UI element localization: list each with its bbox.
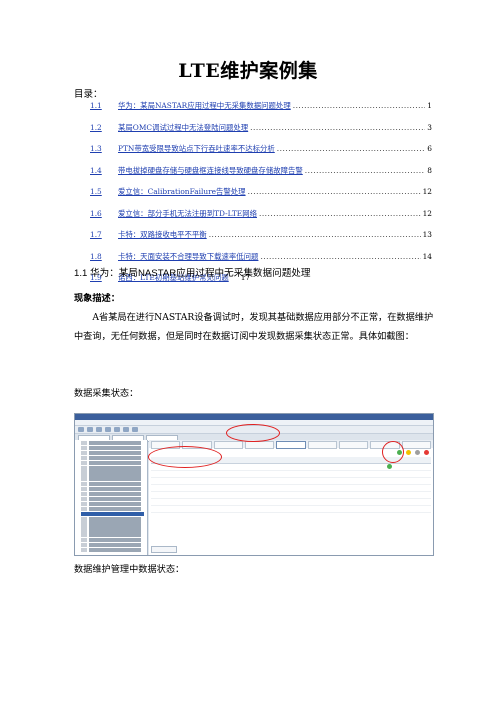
- toc-label: 目录：: [74, 89, 103, 100]
- toc-entry-page: 8: [427, 165, 432, 175]
- toc-entry-link[interactable]: 卡特：天面安装不合理导致下载速率低问题: [118, 251, 258, 262]
- toc-entry-page: 13: [422, 230, 432, 239]
- toc-entry[interactable]: 1.3 PTN带宽受限导致站点下行吞吐速率不达标分析 6: [74, 143, 432, 165]
- toc-entry-number: 1.2: [90, 122, 102, 132]
- toc-leader: [277, 144, 426, 153]
- toc-entry-link[interactable]: 华为：某局NASTAR应用过程中无采集数据问题处理: [118, 100, 291, 111]
- caption-collection-status: 数据采集状态：: [74, 388, 139, 399]
- toc-entry-link[interactable]: 某局OMC调试过程中无法登陆问题处理: [118, 122, 248, 133]
- phenomenon-label: 现象描述：: [74, 293, 120, 304]
- annotation-circle-status: [382, 441, 404, 463]
- toc-leader: [260, 252, 420, 261]
- toc-entry-number: 1.3: [90, 144, 102, 153]
- toc-entry-page: 12: [422, 208, 432, 218]
- caption-maintenance-status: 数据维护管理中数据状态：: [74, 564, 185, 575]
- toc-entry[interactable]: 1.1 华为：某局NASTAR应用过程中无采集数据问题处理 1: [74, 100, 432, 122]
- body-paragraph: A省某局在进行NASTAR设备调试时，发现其基础数据应用部分不正常，在数据维护中…: [74, 312, 434, 342]
- toc-entry[interactable]: 1.6 爱立信：部分手机无法注册到TD-LTE网络 12: [74, 208, 432, 230]
- toc-entry-number: 1.4: [90, 165, 102, 175]
- toc-entry[interactable]: 1.5 爱立信：CalibrationFailure告警处理 12: [74, 186, 432, 208]
- toc-entry-page: 12: [422, 187, 432, 196]
- toc-leader: [209, 230, 421, 239]
- toc-entry-number: 1.1: [90, 101, 102, 110]
- annotation-circle-row: [148, 446, 222, 468]
- toc-leader: [250, 123, 425, 132]
- toc-entry-link[interactable]: PTN带宽受限导致站点下行吞吐速率不达标分析: [118, 143, 275, 154]
- toc-leader: [293, 101, 426, 110]
- toc-entry-page: 3: [427, 122, 432, 132]
- toc-entry-page: 6: [427, 144, 432, 153]
- toc-entry-page: 1: [427, 101, 432, 110]
- toc-leader: [248, 187, 421, 196]
- toc-leader: [305, 166, 426, 175]
- annotation-circle-tab: [226, 424, 280, 442]
- screenshot-tree-panel: [75, 440, 148, 555]
- section-heading: 1.1 华为：某局NASTAR应用过程中无采集数据问题处理: [74, 268, 311, 279]
- toc-entry[interactable]: 1.2 某局OMC调试过程中无法登陆问题处理 3: [74, 122, 432, 144]
- toc-entry-link[interactable]: 卡特：双路接收电平不平衡: [118, 229, 207, 240]
- toc-entry-link[interactable]: 带电拔掉硬盘存储与硬盘框连接线导致硬盘存储故障告警: [118, 165, 303, 176]
- toc-entry[interactable]: 1.7 卡特：双路接收电平不平衡 13: [74, 229, 432, 251]
- status-ok-icon: [387, 464, 392, 469]
- toc-entry-link[interactable]: 爱立信：部分手机无法注册到TD-LTE网络: [118, 208, 257, 219]
- toc-entry-number: 1.7: [90, 230, 102, 239]
- toc-entry[interactable]: 1.4 带电拔掉硬盘存储与硬盘框连接线导致硬盘存储故障告警 8: [74, 165, 432, 187]
- document-title: LTE维护案例集: [178, 60, 318, 82]
- toc-leader: [259, 209, 421, 218]
- toc-entry-number: 1.5: [90, 187, 102, 196]
- toc-entry-number: 1.8: [90, 251, 102, 261]
- toc-entry-page: 14: [422, 251, 432, 261]
- toc-entry-link[interactable]: 爱立信：CalibrationFailure告警处理: [118, 186, 246, 197]
- toc-entry-number: 1.6: [90, 208, 102, 218]
